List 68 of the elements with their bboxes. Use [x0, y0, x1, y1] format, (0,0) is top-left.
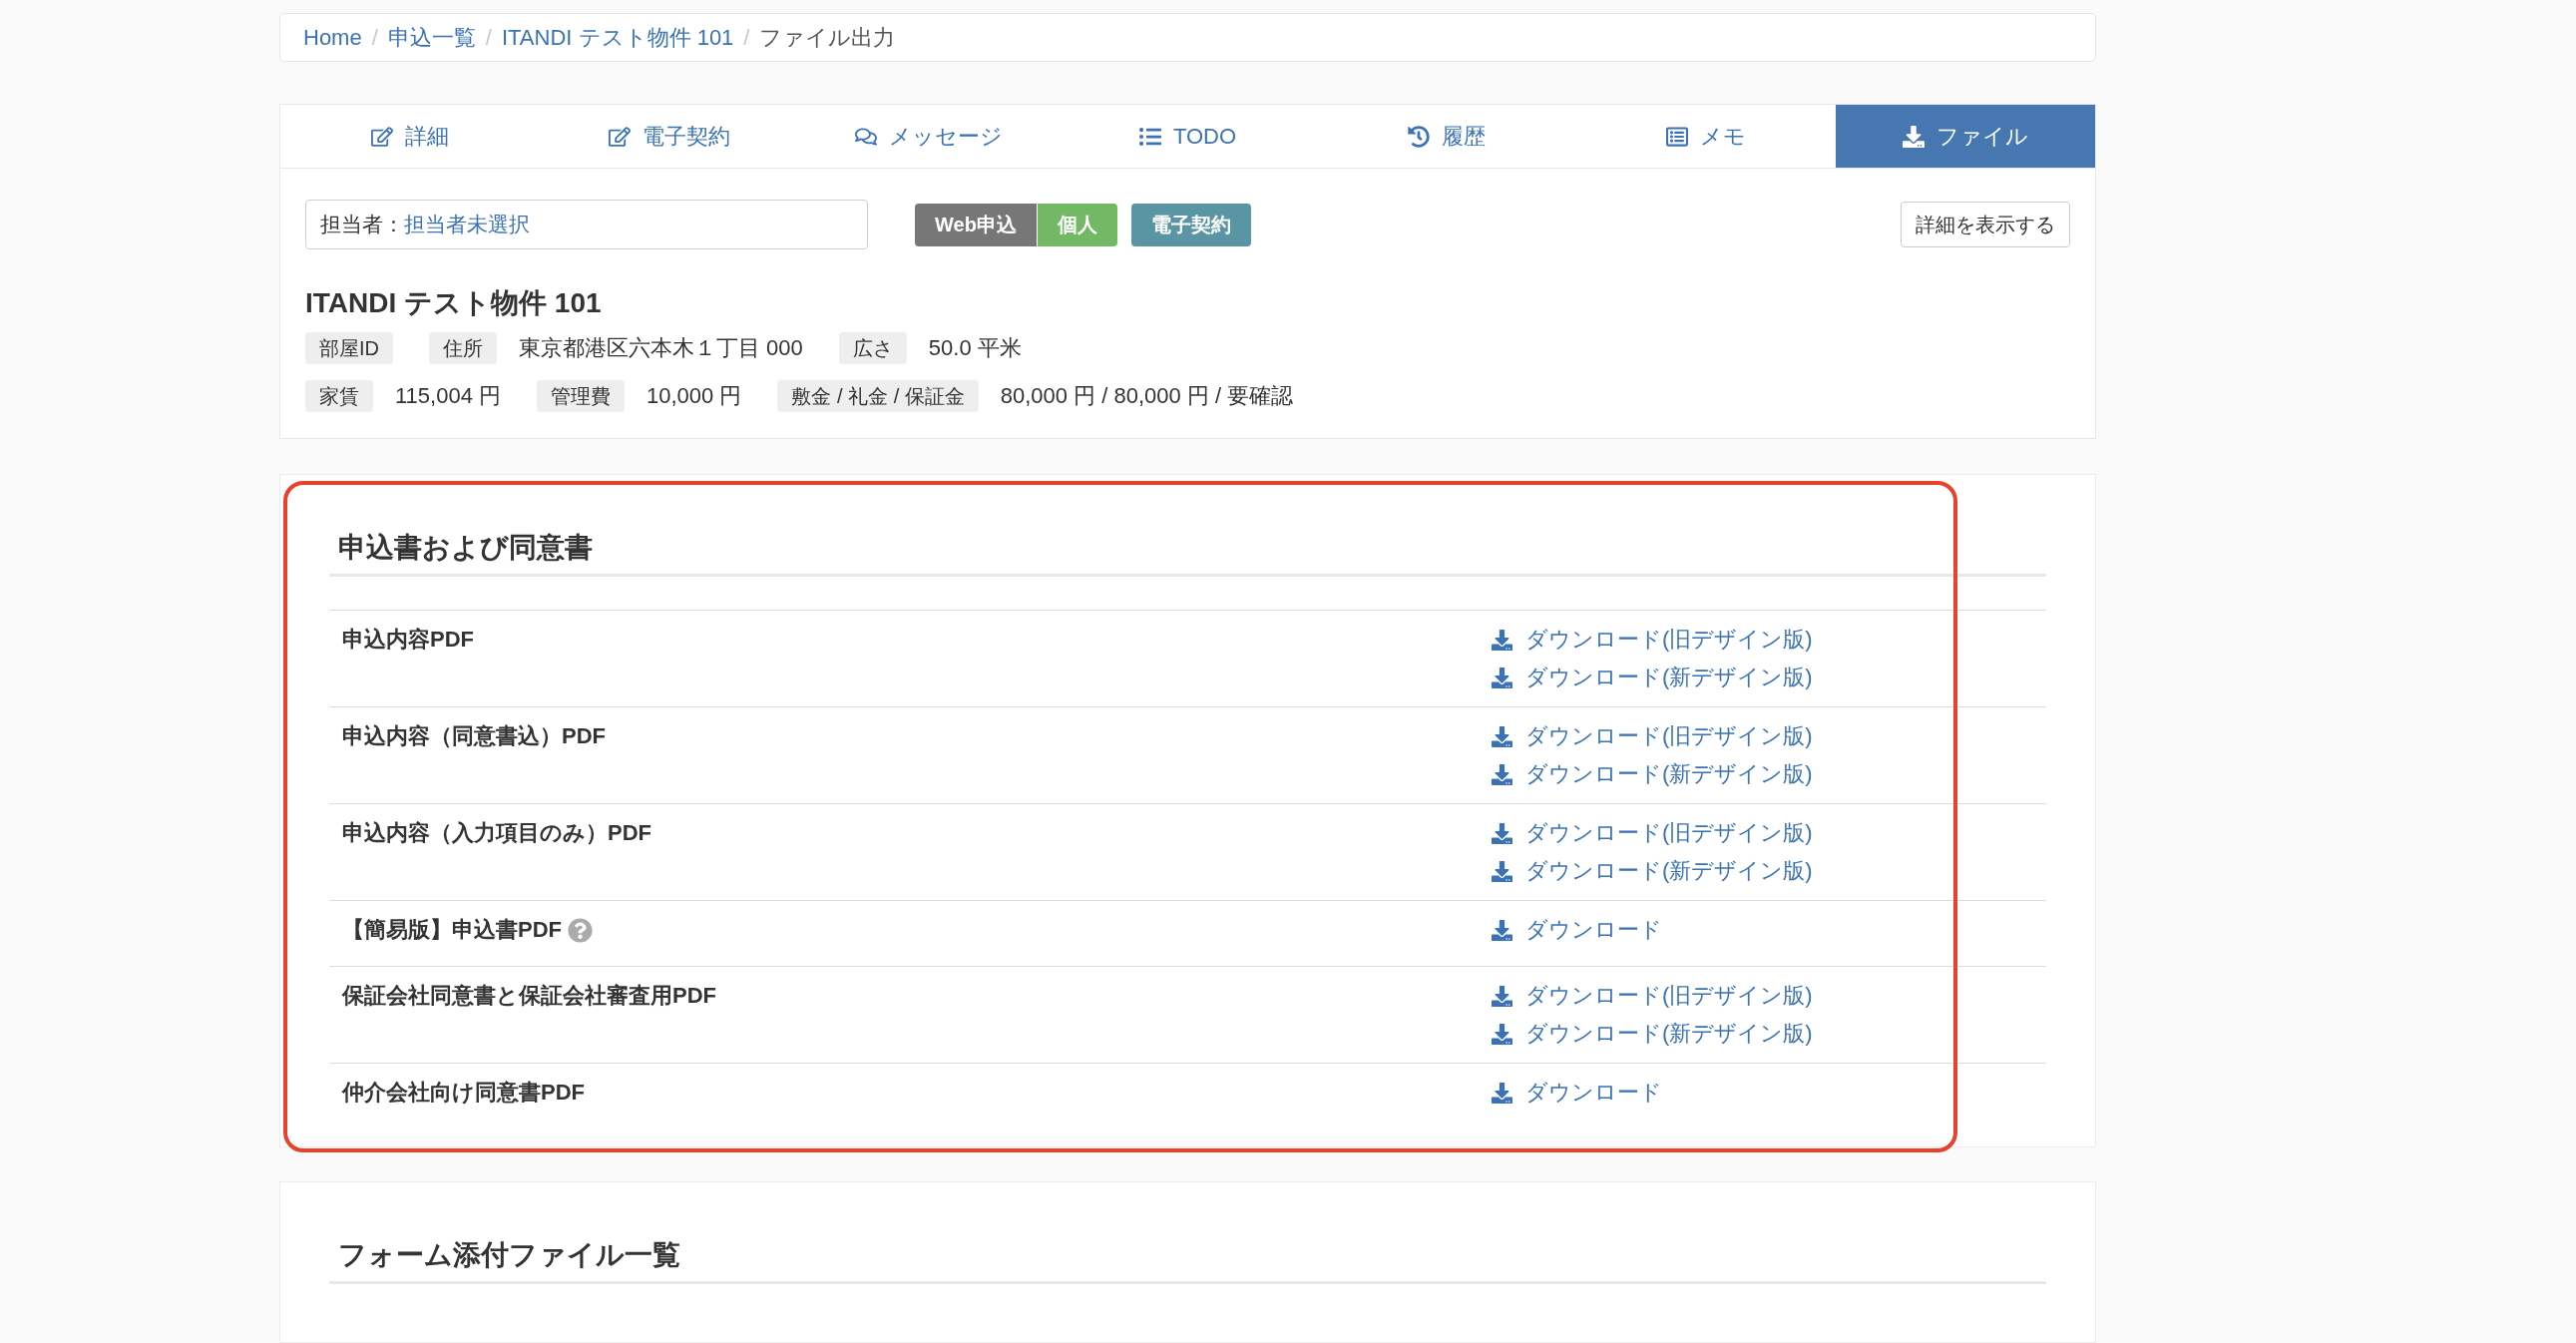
field-value: 115,004 円 [395, 382, 501, 410]
download-icon [1903, 125, 1926, 148]
download-link[interactable]: ダウンロード(旧デザイン版) [1492, 717, 1813, 755]
field-value: 80,000 円 / 80,000 円 / 要確認 [1000, 382, 1294, 410]
download-icon [1492, 667, 1512, 688]
breadcrumb-separator: / [370, 24, 379, 51]
file-label: 申込内容PDF [342, 626, 474, 654]
download-icon [1492, 919, 1512, 941]
download-icon [1492, 629, 1512, 651]
property-title: ITANDI テスト物件 101 [305, 286, 603, 320]
tab[interactable]: メッセージ [798, 105, 1059, 168]
edit-icon [608, 125, 631, 148]
current-page-title: ファイル出力 [759, 23, 896, 52]
breadcrumb-separator: / [484, 24, 493, 51]
tab[interactable]: メモ [1576, 105, 1837, 168]
breadcrumb-separator: / [742, 24, 751, 51]
field-value: 東京都港区六本木１丁目 000 [519, 334, 803, 362]
download-icon [1492, 763, 1512, 785]
download-icon [1492, 860, 1512, 882]
download-link[interactable]: ダウンロード(新デザイン版) [1492, 852, 1813, 890]
download-icon [1492, 1082, 1512, 1104]
field-label: 部屋ID [305, 332, 393, 364]
assignee-field[interactable]: 担当者：担当者未選択 [305, 200, 868, 249]
tab[interactable]: 詳細 [280, 105, 540, 168]
assignee-label: 担当者： [320, 212, 404, 237]
file-label: 申込内容（入力項目のみ）PDF [342, 819, 651, 847]
show-details-button[interactable]: 詳細を表示する [1901, 202, 2070, 247]
breadcrumb-link[interactable]: ITANDI テスト物件 101 [501, 22, 734, 53]
label-badge: Web申込 [915, 203, 1037, 246]
list-icon [1138, 125, 1161, 148]
assignee-link[interactable]: 担当者未選択 [404, 211, 530, 238]
field-label: 管理費 [537, 380, 625, 412]
field-label: 敷金 / 礼金 / 保証金 [777, 380, 979, 412]
download-link[interactable]: ダウンロード [1492, 911, 1662, 949]
file-label: 申込内容（同意書込）PDF [342, 722, 606, 750]
edit-icon [370, 125, 393, 148]
file-label: 仲介会社向け同意書PDF [342, 1079, 585, 1107]
download-link[interactable]: ダウンロード [1492, 1074, 1662, 1112]
help-icon[interactable] [568, 917, 593, 943]
section-heading: 申込書および同意書 [329, 531, 2046, 577]
field-label: 家賃 [305, 380, 373, 412]
section-heading: フォーム添付ファイル一覧 [329, 1238, 2046, 1284]
download-link[interactable]: ダウンロード(旧デザイン版) [1492, 621, 1813, 659]
download-link[interactable]: ダウンロード(新デザイン版) [1492, 1015, 1813, 1053]
tab[interactable]: TODO [1058, 105, 1318, 168]
file-label: 保証会社同意書と保証会社審査用PDF [342, 982, 716, 1010]
download-link[interactable]: ダウンロード(新デザイン版) [1492, 755, 1813, 793]
tab[interactable]: ファイル [1836, 105, 2095, 168]
field-value: 50.0 平米 [928, 334, 1022, 362]
tab[interactable]: 履歴 [1317, 105, 1577, 168]
download-link[interactable]: ダウンロード(新デザイン版) [1492, 659, 1813, 696]
list-box-icon [1666, 125, 1689, 148]
label-badge: 電子契約 [1130, 203, 1251, 246]
tab[interactable]: 電子契約 [539, 105, 799, 168]
breadcrumb-link[interactable]: 申込一覧 [387, 22, 476, 53]
download-icon [1492, 725, 1512, 747]
label-badge: 個人 [1037, 203, 1117, 246]
history-icon [1408, 125, 1431, 148]
download-icon [1492, 822, 1512, 844]
field-label: 広さ [838, 332, 907, 364]
file-label: 【簡易版】申込書PDF [342, 916, 562, 944]
download-icon [1492, 1023, 1512, 1045]
download-link[interactable]: ダウンロード(旧デザイン版) [1492, 814, 1813, 852]
breadcrumb-link[interactable]: Home [303, 24, 362, 51]
download-link[interactable]: ダウンロード(旧デザイン版) [1492, 977, 1813, 1015]
field-value: 10,000 円 [646, 382, 742, 410]
field-label: 住所 [429, 332, 497, 364]
download-icon [1492, 985, 1512, 1007]
